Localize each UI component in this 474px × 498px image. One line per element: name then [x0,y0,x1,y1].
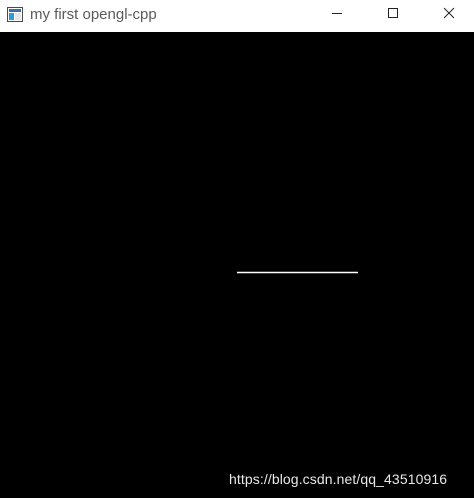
csdn-watermark: https://blog.csdn.net/qq_43510916 [229,471,448,487]
minimize-icon [331,6,343,24]
close-icon [443,6,455,24]
app-window: my first opengl-cpp https://blog.csdn.ne… [0,0,474,498]
maximize-button[interactable] [370,0,416,30]
window-title: my first opengl-cpp [30,6,157,23]
opengl-render-canvas[interactable] [0,32,474,498]
minimize-button[interactable] [314,0,360,30]
window-titlebar[interactable]: my first opengl-cpp [0,0,474,32]
close-button[interactable] [426,0,472,30]
maximize-icon [387,6,399,24]
render-surface [237,271,358,274]
app-icon [7,7,23,22]
